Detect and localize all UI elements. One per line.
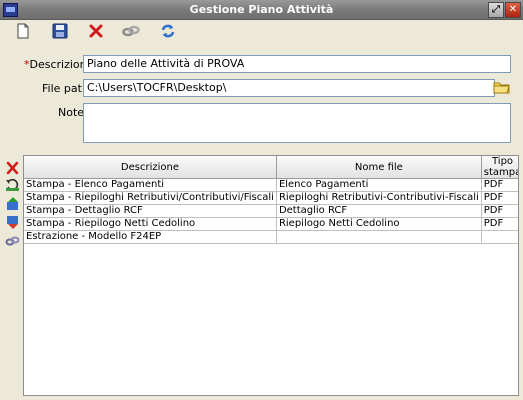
window-title: Gestione Piano Attività xyxy=(189,3,334,16)
cell-tipo-stampa[interactable]: PDF xyxy=(481,204,518,218)
filepath-label: File path xyxy=(42,82,89,95)
cell-nome-file[interactable]: Elenco Pagamenti xyxy=(276,178,482,192)
table-row[interactable]: Estrazione - Modello F24EP xyxy=(24,230,518,244)
header-nome-file[interactable]: Nome file xyxy=(276,156,482,179)
folder-icon[interactable] xyxy=(493,79,510,95)
cell-descrizione[interactable]: Stampa - Riepiloghi Retributivi/Contribu… xyxy=(24,191,277,205)
link-icon[interactable] xyxy=(122,22,140,40)
restore-button[interactable]: ⤢ xyxy=(488,2,504,18)
filepath-field[interactable]: C:\Users\TOCFR\Desktop\ xyxy=(83,79,495,97)
title-bar: Gestione Piano Attività ⤢ ✕ xyxy=(0,0,523,20)
table-row[interactable]: Stampa - Elenco Pagamenti Elenco Pagamen… xyxy=(24,178,518,192)
cell-descrizione[interactable]: Stampa - Dettaglio RCF xyxy=(24,204,277,218)
header-tipo-stampa[interactable]: Tipo stampa xyxy=(481,156,518,179)
cell-nome-file[interactable] xyxy=(276,230,482,244)
cell-tipo-stampa[interactable]: PDF xyxy=(481,217,518,231)
move-down-icon[interactable] xyxy=(5,215,20,229)
table-row[interactable]: Stampa - Riepilogo Netti Cedolino Riepil… xyxy=(24,217,518,231)
table-row[interactable]: Stampa - Riepiloghi Retributivi/Contribu… xyxy=(24,191,518,205)
delete-row-icon[interactable] xyxy=(5,161,20,175)
note-label: Note xyxy=(58,106,85,119)
undo-icon[interactable] xyxy=(5,178,20,192)
descrizione-field[interactable]: Piano delle Attività di PROVA xyxy=(83,55,511,73)
cell-tipo-stampa[interactable] xyxy=(481,230,518,244)
link-icon[interactable] xyxy=(5,234,20,248)
refresh-icon[interactable] xyxy=(159,22,177,40)
header-descrizione[interactable]: Descrizione xyxy=(24,156,277,179)
activities-table: Descrizione Nome file Tipo stampa Stampa… xyxy=(24,156,518,244)
cell-nome-file[interactable]: Riepilogo Netti Cedolino xyxy=(276,217,482,231)
cell-descrizione[interactable]: Stampa - Riepilogo Netti Cedolino xyxy=(24,217,277,231)
move-up-icon[interactable] xyxy=(5,197,20,211)
table-row[interactable]: Stampa - Dettaglio RCF Dettaglio RCF PDF xyxy=(24,204,518,218)
table-header-row: Descrizione Nome file Tipo stampa xyxy=(24,156,518,179)
cell-descrizione[interactable]: Stampa - Elenco Pagamenti xyxy=(24,178,277,192)
cell-descrizione[interactable]: Estrazione - Modello F24EP xyxy=(24,230,277,244)
save-icon[interactable] xyxy=(51,22,69,40)
toolbar xyxy=(0,20,523,42)
note-field[interactable] xyxy=(83,103,511,143)
cell-nome-file[interactable]: Riepiloghi Retributivi-Contributivi-Fisc… xyxy=(276,191,482,205)
new-document-icon[interactable] xyxy=(14,22,32,40)
delete-icon[interactable] xyxy=(87,22,105,40)
cell-tipo-stampa[interactable]: PDF xyxy=(481,191,518,205)
close-button[interactable]: ✕ xyxy=(505,2,521,18)
cell-nome-file[interactable]: Dettaglio RCF xyxy=(276,204,482,218)
activities-grid[interactable]: Descrizione Nome file Tipo stampa Stampa… xyxy=(23,155,519,396)
cell-tipo-stampa[interactable]: PDF xyxy=(481,178,518,192)
